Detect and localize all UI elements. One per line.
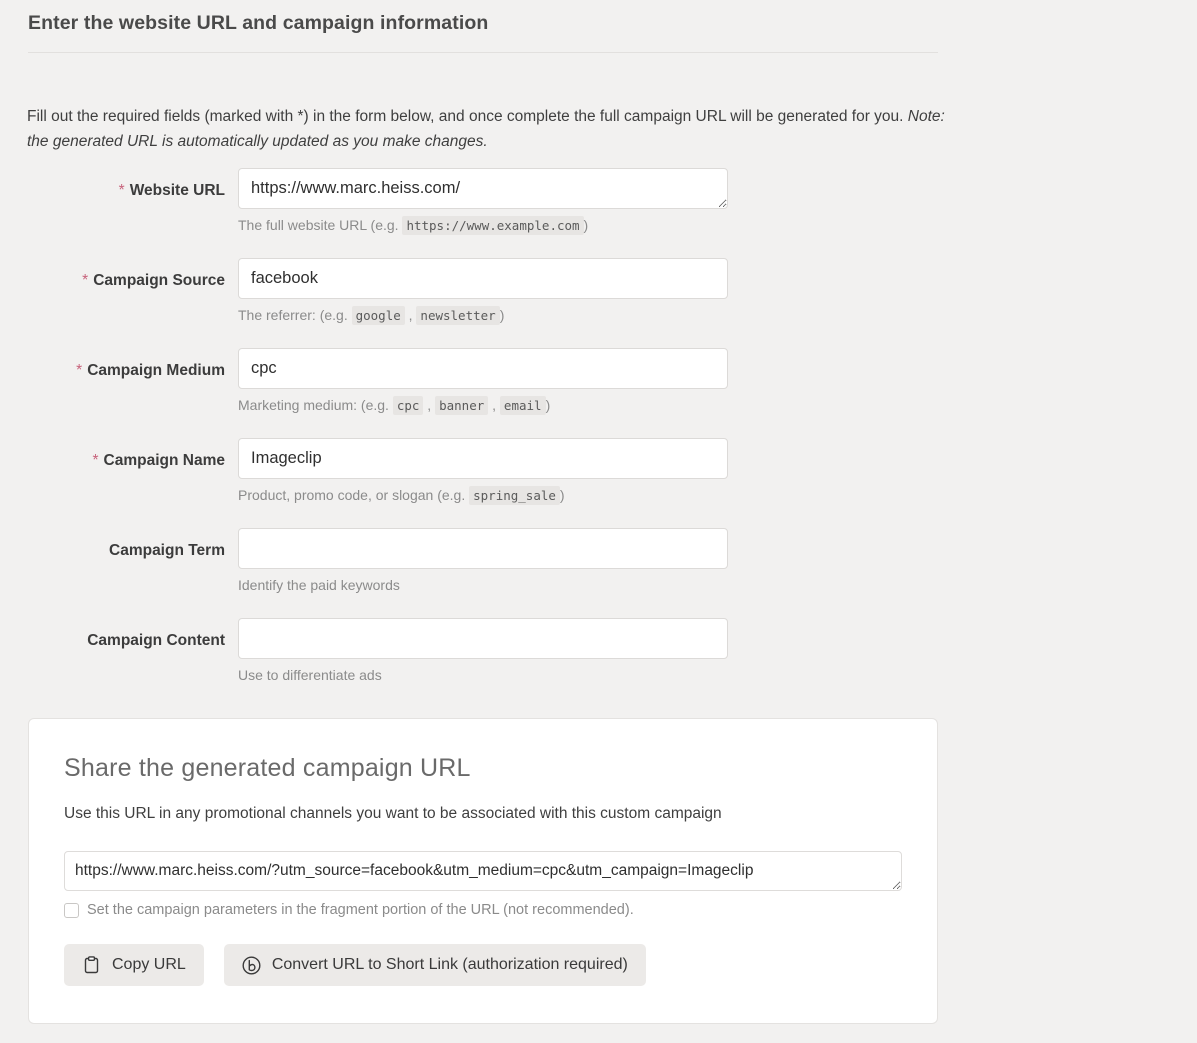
label-campaign-term: Campaign Term: [0, 541, 225, 561]
campaign-form: * Website URL https://www.marc.heiss.com/…: [0, 168, 1197, 708]
generated-url-textarea[interactable]: https://www.marc.heiss.com/?utm_source=f…: [64, 851, 902, 891]
hint-campaign-content: Use to differentiate ads: [238, 667, 382, 683]
hint-separator: ,: [488, 397, 500, 413]
control-campaign-source: The referrer: (e.g. google , newsletter): [238, 258, 728, 326]
label-campaign-content: Campaign Content: [0, 631, 225, 651]
field-row-campaign-name: *Campaign Name Product, promo code, or s…: [0, 438, 1197, 528]
hint-separator: ,: [423, 397, 436, 413]
campaign-name-input[interactable]: [238, 438, 728, 479]
campaign-url-builder-page: Enter the website URL and campaign infor…: [0, 0, 1197, 1043]
fragment-mode-label: Set the campaign parameters in the fragm…: [87, 902, 634, 918]
hint-code-example: https://www.example.com: [402, 216, 584, 235]
field-row-campaign-source: *Campaign Source The referrer: (e.g. goo…: [0, 258, 1197, 348]
label-text: Campaign Content: [87, 632, 225, 649]
intro-paragraph: Fill out the required fields (marked wit…: [27, 104, 957, 154]
hint-campaign-name: Product, promo code, or slogan (e.g. spr…: [238, 485, 728, 506]
hint-code-example: email: [499, 396, 546, 415]
hint-prefix: The referrer: (e.g.: [238, 307, 352, 323]
label-text: Campaign Source: [93, 272, 225, 289]
hint-code-example: newsletter: [416, 306, 500, 325]
field-row-campaign-content: Campaign Content Use to differentiate ad…: [0, 618, 1197, 708]
campaign-content-input[interactable]: [238, 618, 728, 659]
share-card-subtitle: Use this URL in any promotional channels…: [64, 805, 722, 822]
hint-suffix: ): [583, 217, 589, 233]
campaign-term-input[interactable]: [238, 528, 728, 569]
field-row-campaign-medium: *Campaign Medium Marketing medium: (e.g.…: [0, 348, 1197, 438]
hint-code-example: cpc: [392, 396, 424, 415]
share-card-content: Share the generated campaign URL Use thi…: [64, 751, 902, 986]
hint-campaign-term: Identify the paid keywords: [238, 577, 400, 593]
website-url-input[interactable]: https://www.marc.heiss.com/: [238, 168, 728, 209]
control-campaign-name: Product, promo code, or slogan (e.g. spr…: [238, 438, 728, 506]
intro-text: Fill out the required fields (marked wit…: [27, 107, 908, 125]
hint-separator: ,: [404, 307, 417, 323]
page-title: Enter the website URL and campaign infor…: [28, 12, 489, 34]
required-asterisk: *: [92, 452, 99, 469]
label-text: Campaign Term: [109, 542, 225, 559]
hint-campaign-source: The referrer: (e.g. google , newsletter): [238, 305, 728, 326]
hint-website-url: The full website URL (e.g. https://www.e…: [238, 215, 728, 236]
hint-code-example: spring_sale: [469, 486, 560, 505]
label-website-url: * Website URL: [0, 181, 225, 201]
action-button-row: Copy URL Convert URL to Short Link (auth…: [64, 944, 902, 986]
required-asterisk: *: [118, 182, 125, 199]
copy-url-button[interactable]: Copy URL: [64, 944, 204, 986]
field-row-campaign-term: Campaign Term Identify the paid keywords: [0, 528, 1197, 618]
convert-short-link-button-label: Convert URL to Short Link (authorization…: [271, 956, 628, 973]
fragment-mode-checkbox[interactable]: [64, 902, 79, 918]
control-campaign-content: Use to differentiate ads: [238, 618, 728, 685]
label-campaign-name: * Campaign Name: [0, 451, 226, 471]
hint-prefix: Marketing medium: (e.g.: [238, 397, 393, 413]
hint-code-example: banner: [435, 396, 489, 415]
section-header: Enter the website URL and campaign infor…: [28, 8, 938, 61]
hint-suffix: ): [559, 487, 565, 503]
label-text: Campaign Medium: [87, 362, 225, 379]
header-divider: [28, 52, 938, 53]
control-campaign-term: Identify the paid keywords: [238, 528, 728, 595]
fragment-option-row: Set the campaign parameters in the fragm…: [64, 900, 902, 920]
control-campaign-medium: Marketing medium: (e.g. cpc , banner , e…: [238, 348, 728, 416]
required-asterisk: *: [76, 362, 83, 379]
hint-suffix: ): [545, 397, 551, 413]
label-campaign-medium: * Campaign Medium: [0, 361, 225, 381]
share-generated-url-card: Share the generated campaign URL Use thi…: [28, 718, 938, 1024]
hint-prefix: The full website URL (e.g.: [238, 217, 403, 233]
share-card-title: Share the generated campaign URL: [64, 754, 471, 782]
campaign-source-input[interactable]: [238, 258, 728, 299]
clipboard-icon: [82, 956, 101, 975]
label-text: Website URL: [129, 182, 225, 199]
hint-suffix: ): [499, 307, 505, 323]
hint-campaign-medium: Marketing medium: (e.g. cpc , banner , e…: [238, 395, 728, 416]
hint-prefix: Product, promo code, or slogan (e.g.: [238, 487, 470, 503]
generated-url-wrapper: https://www.marc.heiss.com/?utm_source=f…: [64, 851, 902, 891]
convert-short-link-button[interactable]: Convert URL to Short Link (authorization…: [223, 944, 646, 986]
field-row-website-url: * Website URL https://www.marc.heiss.com/…: [0, 168, 1197, 258]
control-website-url: https://www.marc.heiss.com/ The full web…: [238, 168, 728, 236]
label-text: Campaign Name: [103, 452, 225, 469]
bitly-icon: [242, 955, 261, 975]
copy-url-button-label: Copy URL: [112, 956, 186, 973]
hint-code-example: google: [351, 306, 405, 325]
required-asterisk: *: [82, 272, 89, 289]
campaign-medium-input[interactable]: [238, 348, 728, 389]
label-campaign-source: * Campaign Source: [0, 271, 225, 291]
